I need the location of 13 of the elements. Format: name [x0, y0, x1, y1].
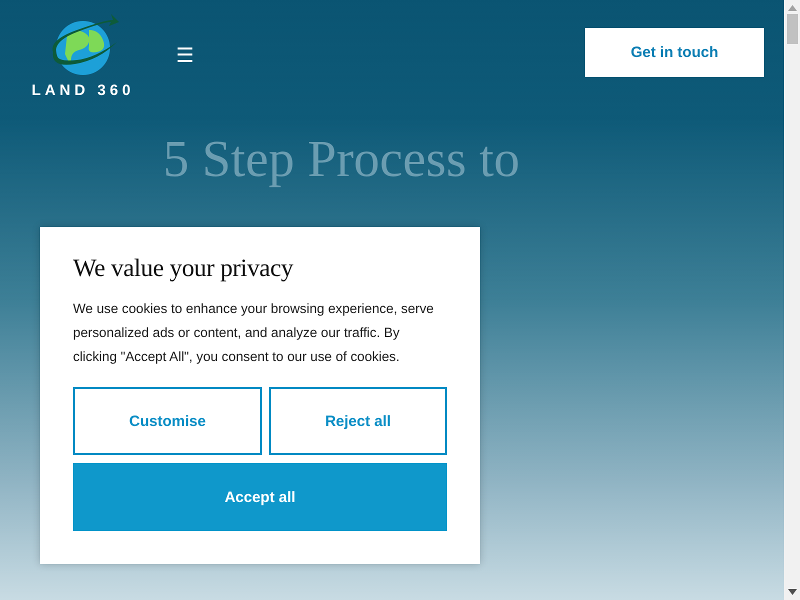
scroll-down-icon[interactable] — [788, 589, 796, 595]
dialog-button[interactable]: Reject all — [269, 387, 447, 455]
dialog-title: We value your privacy — [73, 255, 294, 283]
accept-button[interactable]: Accept all — [73, 463, 447, 531]
menu-button[interactable]: ☰ — [176, 42, 194, 68]
scroll-up-icon[interactable] — [788, 5, 796, 11]
dialog-text: We use cookies to enhance your browsing experience, serve personalized ads or content, and analyze our traffic. By clicking "Accept All", you consent to our use of cookies. — [73, 300, 435, 366]
scrollbar-thumb[interactable] — [786, 14, 798, 44]
get-in-touch-button[interactable]: Get in touch — [585, 28, 764, 76]
dialog-button[interactable]: Customise — [73, 387, 262, 455]
scrollbar[interactable] — [784, 0, 800, 600]
logo-text: LAND 360 — [32, 82, 134, 98]
hero-heading: 5 Step Process to — [163, 130, 521, 189]
